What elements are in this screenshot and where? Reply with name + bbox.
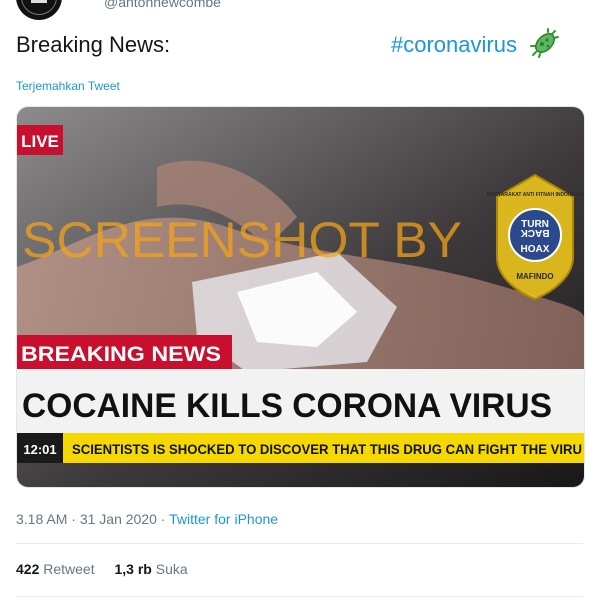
logo-bottom-text: MAFINDO: [516, 272, 553, 281]
logo-text-back: BACK: [520, 227, 550, 238]
ticker-text: SCIENTISTS IS SHOCKED TO DISCOVER THAT T…: [72, 441, 582, 457]
divider-top: [16, 543, 583, 544]
likes-stat[interactable]: 1,3 rb Suka: [115, 561, 188, 577]
microbe-icon: [530, 28, 560, 65]
translate-tweet-link[interactable]: Terjemahkan Tweet: [16, 79, 120, 93]
live-badge: LIVE: [21, 132, 59, 151]
retweets-count: 422: [16, 561, 40, 577]
user-handle[interactable]: @antonnewcombe: [104, 0, 221, 10]
logo-ring-text: MASYARAKAT ANTI FITNAH INDONESIA: [487, 192, 584, 198]
headline-text: COCAINE KILLS CORONA VIRUS: [22, 387, 552, 425]
tweet-meta: 3.18 AM · 31 Jan 2020 · Twitter for iPho…: [16, 511, 278, 527]
retweets-stat[interactable]: 422 Retweet: [16, 561, 99, 577]
tweet-stats: 422 Retweet 1,3 rb Suka: [16, 561, 204, 577]
meta-separator-2: ·: [160, 511, 166, 527]
tweet-date[interactable]: 31 Jan 2020: [80, 511, 157, 527]
hashtag-link[interactable]: #coronavirus: [391, 31, 517, 59]
tweet-media-image[interactable]: LIVE SCREENSHOT BY TURN BACK HOAX MASYAR…: [16, 106, 585, 488]
meta-separator: ·: [71, 511, 76, 527]
avatar[interactable]: [16, 0, 62, 20]
tweet-time[interactable]: 3.18 AM: [16, 511, 67, 527]
ticker-clock: 12:01: [23, 442, 56, 457]
likes-count: 1,3 rb: [114, 561, 152, 577]
logo-text-hoax: HOAX: [521, 244, 550, 255]
breaking-news-label: BREAKING NEWS: [21, 343, 221, 366]
tweet-lead-text: Breaking News:: [16, 32, 171, 57]
watermark-text: SCREENSHOT BY: [22, 212, 462, 268]
likes-label: Suka: [155, 561, 188, 577]
retweets-label: Retweet: [43, 561, 95, 577]
tweet-source-link[interactable]: Twitter for iPhone: [169, 511, 278, 527]
divider-bottom: [16, 596, 583, 597]
